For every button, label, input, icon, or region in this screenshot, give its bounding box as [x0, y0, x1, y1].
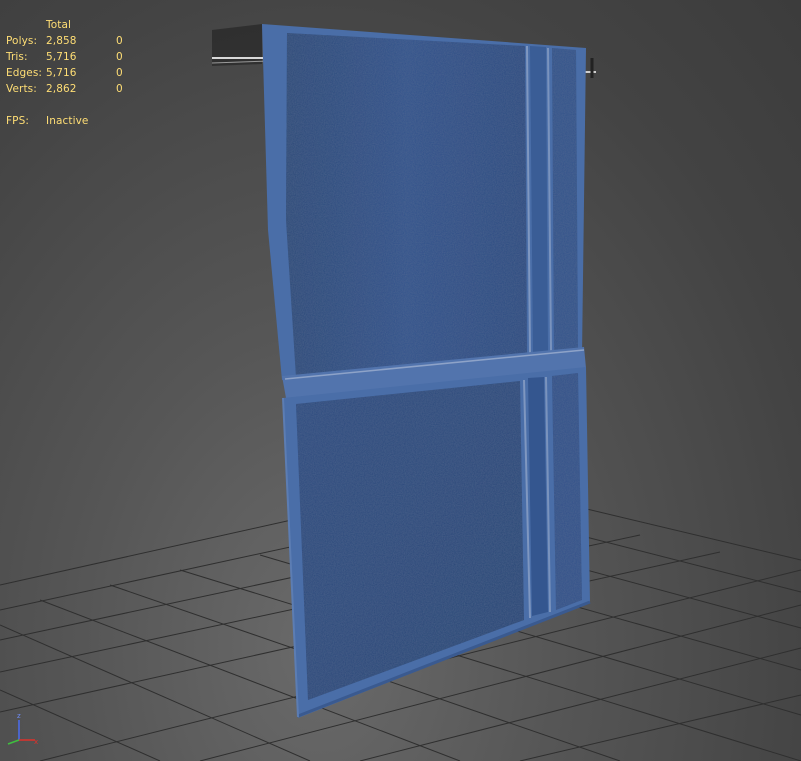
stats-selected-value: 0	[116, 83, 123, 95]
viewport-scene	[0, 24, 801, 761]
stats-selected-value: 0	[116, 35, 123, 47]
stats-label: Tris:	[6, 51, 28, 63]
fps-value: Inactive	[46, 115, 89, 127]
stats-selected-value: 0	[116, 67, 123, 79]
stats-label: Edges:	[6, 67, 43, 79]
stats-total-value: 2,858	[46, 35, 77, 47]
gizmo-x-label: x	[34, 738, 38, 746]
axis-tripod-icon: z x	[7, 712, 38, 746]
stats-total-header: Total	[46, 19, 72, 31]
stats-total-value: 5,716	[46, 51, 77, 63]
stats-total-value: 5,716	[46, 67, 77, 79]
fps-label: FPS:	[6, 115, 29, 127]
perspective-viewport[interactable]: Total Polys: 2,858 0 Tris: 5,716 0 Edges…	[0, 0, 801, 761]
towel-mesh[interactable]	[262, 24, 591, 718]
stats-selected-value: 0	[116, 51, 123, 63]
stats-label: Polys:	[6, 35, 38, 47]
stats-total-value: 2,862	[46, 83, 77, 95]
gizmo-z-label: z	[17, 712, 21, 720]
stats-label: Verts:	[6, 83, 37, 95]
